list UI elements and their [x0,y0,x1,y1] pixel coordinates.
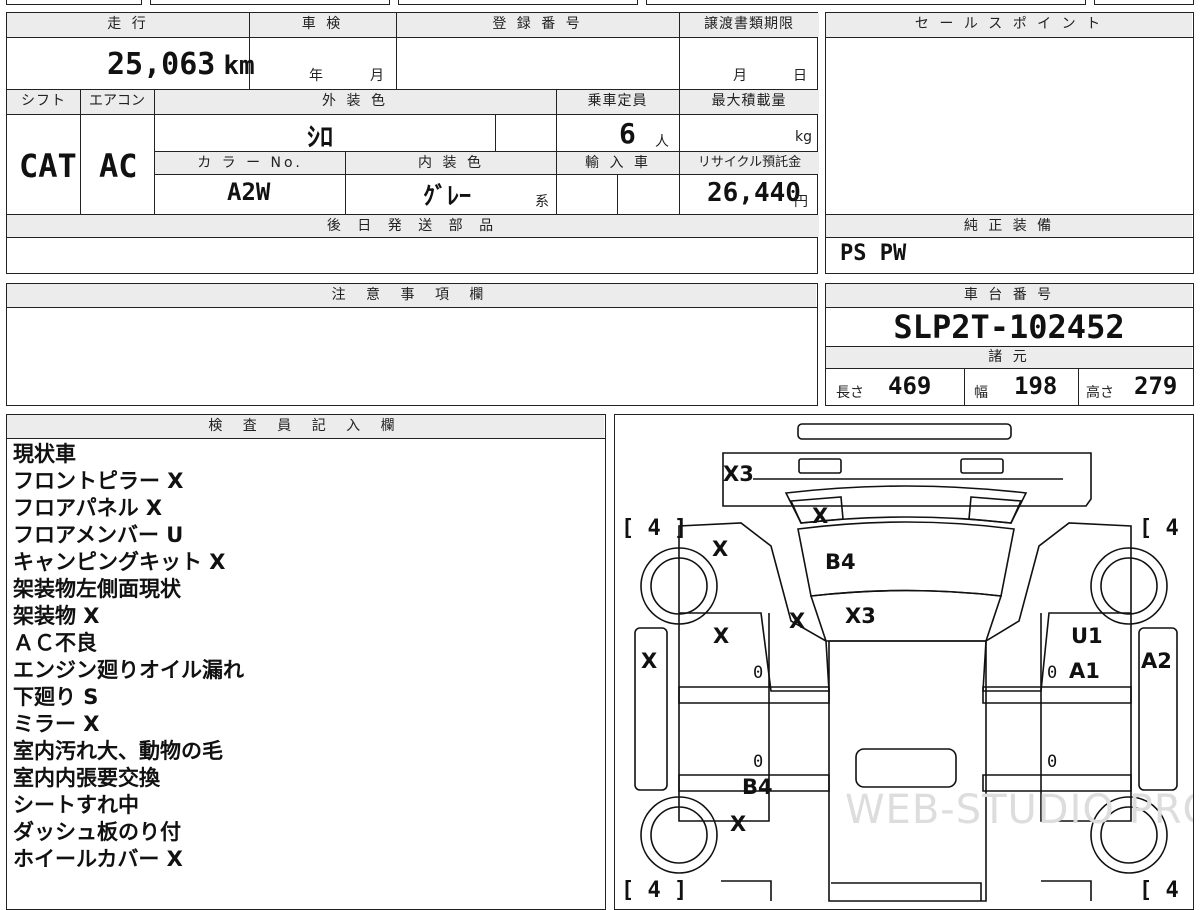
max-load-header: 最大積載量 [679,90,819,114]
mark-pillar-left: X [789,609,805,633]
tire-front-right: [ 4 ] [1139,516,1194,541]
inspector-line: フロントピラー X [13,469,184,493]
deadline-header: 譲渡書類期限 [679,13,819,37]
inspector-line: 室内汚れ大、動物の毛 [13,739,223,763]
mark-roof-front: X3 [723,462,754,486]
mark-hood-left: X [712,537,728,561]
mileage-header: 走 行 [7,13,249,37]
diagram-labels: X3 X X B4 X X3 X X U1 A1 A2 B4 X [ 4 ] [ 4 ] [ 4 ] [ 4 ]… [615,415,1194,909]
interior-color-value: ｸﾞﾚｰ [423,182,471,210]
mark-wheel-rear-left: X [730,812,746,836]
inspector-line: シートすれ中 [13,793,139,817]
tire-rear-left: [ 4 ] [621,878,687,903]
zero-rear-left: 0 [753,752,763,772]
sales-point-header: セ ー ル ス ポ イ ン ト [826,13,1192,37]
inspector-line: 下廻り S [13,685,99,709]
notes-header: 注 意 事 項 欄 [7,284,816,307]
height-label: 高さ [1086,385,1114,401]
chassis-header: 車 台 番 号 [826,284,1192,307]
inspector-line: 架装物左側面現状 [13,577,181,601]
inspection-year-unit: 年 [309,68,323,84]
capacity-value: 6 [619,117,636,150]
inspector-line: ダッシュ板のり付 [13,820,181,844]
tire-rear-right: [ 4 ] [1139,878,1194,903]
exterior-color-value: ｼﾛ [307,123,334,153]
zero-front-right: 0 [1047,663,1057,683]
import-header: 輸 入 車 [557,152,679,174]
registration-header: 登 録 番 号 [396,13,679,37]
interior-color-header: 内 装 色 [346,152,556,174]
top-strip-5 [1094,0,1194,5]
width-label: 幅 [974,385,988,401]
tire-front-left: [ 4 ] [621,516,687,541]
inspector-line: キャンピングキット X [13,550,226,574]
exterior-color-header: 外 装 色 [154,90,556,114]
inspector-line: 架装物 X [13,604,100,628]
top-strip-1 [6,0,142,5]
inspector-line: 現状車 [13,442,76,466]
inspector-line: エンジン廻りオイル漏れ [13,658,244,682]
genuine-equipment-header: 純 正 装 備 [826,215,1192,237]
inspector-header: 検 査 員 記 入 欄 [7,415,604,438]
mark-door-left: X [641,649,657,673]
inspector-line: フロアパネル X [13,496,163,520]
inspection-month-unit: 月 [370,68,384,84]
diagram-marks-layer: X3 X X B4 X X3 X X U1 A1 A2 B4 X [ 4 ] [ 4 ] [ 4 ] [ 4 ]… [621,462,1194,903]
aircon-header: エアコン [80,90,154,114]
mark-fender-left: X [713,624,729,648]
inspector-line: ホイールカバー X [13,847,183,871]
inspector-line: ミラー X [13,712,100,736]
inspector-line: ＡＣ不良 [13,631,97,655]
color-no-value: A2W [227,178,271,206]
genuine-equipment-value: PS PW [840,241,907,266]
mark-cowl: X3 [845,604,876,628]
recycle-fee-value: 26,440 [707,178,801,208]
watermark: WEB-STUDIO PRO [845,787,1194,833]
shift-header: シフト [7,90,80,114]
aircon-value: AC [99,147,138,185]
vehicle-info-table: 走 行 車 検 登 録 番 号 譲渡書類期限 25,063 km 年 月 月 日 … [6,12,819,274]
recycle-header: リサイクル預託金 [680,152,819,174]
top-strip-2 [150,0,390,5]
inspector-lines: 現状車フロントピラー X フロアパネル X フロアメンバー U キャンピングキット X… [13,441,244,873]
deadline-day-unit: 日 [793,68,807,84]
damage-diagram: X3 X X B4 X X3 X X U1 A1 A2 B4 X [ 4 ] [ 4 ] [ 4 ] [ 4 ]… [614,414,1194,910]
color-no-header: カ ラ ー No. [155,152,345,174]
later-parts-header: 後 日 発 送 部 品 [7,215,819,237]
top-strip-4 [646,0,1086,5]
mark-fender-right: U1 [1071,624,1103,648]
height-value: 279 [1134,372,1178,400]
chassis-number: SLP2T-102452 [893,308,1125,346]
specs-header: 諸 元 [826,347,1192,368]
zero-front-left: 0 [753,663,763,683]
width-value: 198 [1014,372,1058,400]
capacity-unit: 人 [655,134,669,150]
mileage-value: 25,063 km [107,47,255,82]
inspection-header: 車 検 [249,13,396,37]
max-load-unit: kg [795,129,812,145]
notes-panel: 注 意 事 項 欄 [6,283,818,406]
mark-windshield: X [812,504,828,528]
sales-point-panel: セ ー ル ス ポ イ ン ト 純 正 装 備 PS PW [825,12,1194,274]
mark-rocker-left: B4 [742,775,773,799]
length-value: 469 [888,372,932,400]
chassis-panel: 車 台 番 号 SLP2T-102452 諸 元 長さ 469 幅 198 高さ… [825,283,1194,406]
top-strip-3 [398,0,638,5]
deadline-month-unit: 月 [733,68,747,84]
inspector-line: フロアメンバー U [13,523,184,547]
inspector-panel: 検 査 員 記 入 欄 現状車フロントピラー X フロアパネル X フロアメンバー … [6,414,606,910]
length-label: 長さ [836,385,864,401]
zero-rear-right: 0 [1047,752,1057,772]
mark-door-right: A2 [1141,649,1172,673]
inspector-line: 室内内張要交換 [13,766,160,790]
shift-value: CAT [19,147,77,185]
mark-front-right: A1 [1069,659,1100,683]
capacity-header: 乗車定員 [556,90,679,114]
recycle-fee-unit: 円 [794,194,808,210]
interior-color-suffix: 系 [535,194,549,210]
mark-hood: B4 [825,550,856,574]
